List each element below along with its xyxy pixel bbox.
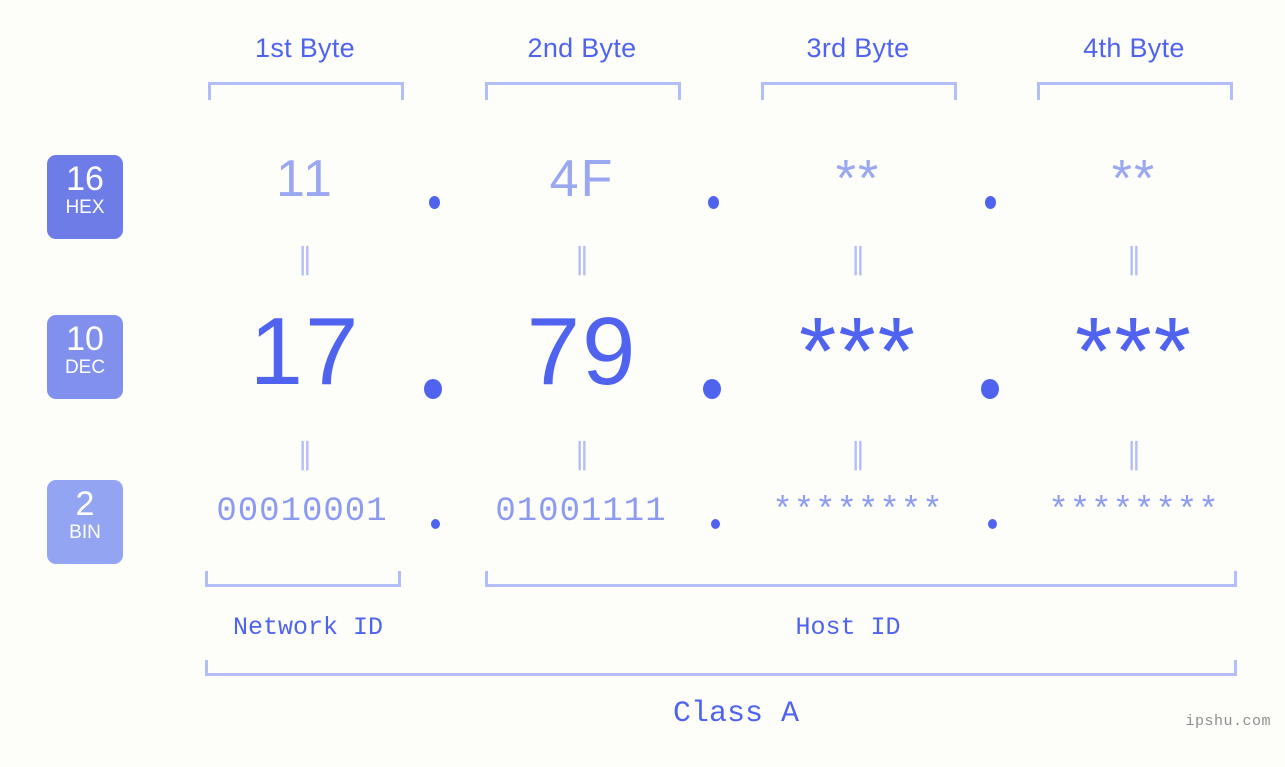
hex-byte-4: ** [1111,150,1157,208]
byte-header-2: 2nd Byte [527,33,637,63]
byte-bracket-2 [485,82,681,100]
base-badge-bin: 2 BIN [47,480,123,564]
base-badge-dec-abbr: DEC [64,357,106,378]
base-badge-hex-number: 16 [66,160,104,198]
host-id-bracket [485,571,1237,587]
equivalence-mark-hex-dec-1: ∥ [297,243,313,276]
equivalence-mark-hex-dec-2: ∥ [574,243,590,276]
ip-address-breakdown-diagram: 1st Byte 2nd Byte 3rd Byte 4th Byte 16 H… [0,0,1285,767]
byte-bracket-4 [1037,82,1233,100]
equivalence-mark-dec-bin-4: ∥ [1126,438,1142,471]
equivalence-mark-hex-dec-4: ∥ [1126,243,1142,276]
class-label: Class A [672,697,800,731]
byte-bracket-1 [208,82,404,100]
hex-separator-dot-2 [708,196,719,209]
base-badge-bin-abbr: BIN [69,522,101,543]
base-badge-bin-number: 2 [75,485,95,523]
dec-byte-1: 17 [249,298,361,405]
equivalence-mark-dec-bin-3: ∥ [850,438,866,471]
byte-bracket-3 [761,82,957,100]
base-badge-dec: 10 DEC [47,315,123,399]
dec-byte-4: *** [1074,298,1194,405]
byte-header-3: 3rd Byte [806,33,910,63]
base-badge-hex-abbr: HEX [65,197,105,218]
site-watermark: ipshu.com [1185,713,1271,730]
network-id-bracket [205,571,401,587]
dec-separator-dot-1 [424,379,442,399]
bin-byte-3: ******** [772,493,944,531]
equivalence-mark-hex-dec-3: ∥ [850,243,866,276]
hex-separator-dot-1 [429,196,440,209]
dec-byte-2: 79 [526,298,638,405]
bin-byte-4: ******** [1048,493,1220,531]
class-a-bracket [205,660,1237,676]
host-id-label: Host ID [795,613,901,642]
dec-byte-3: *** [798,298,918,405]
hex-separator-dot-3 [985,196,996,209]
equivalence-mark-dec-bin-1: ∥ [297,438,313,471]
network-id-label: Network ID [232,613,384,642]
base-badge-hex: 16 HEX [47,155,123,239]
base-badge-dec-number: 10 [66,320,104,358]
bin-separator-dot-2 [711,519,720,529]
equivalence-mark-dec-bin-2: ∥ [574,438,590,471]
hex-byte-2: 4F [549,150,615,208]
hex-byte-3: ** [835,150,881,208]
hex-byte-1: 11 [276,150,334,208]
bin-byte-2: 01001111 [495,493,667,531]
bin-separator-dot-3 [988,519,997,529]
dec-separator-dot-2 [703,379,721,399]
bin-byte-1: 00010001 [216,493,388,531]
dec-separator-dot-3 [981,379,999,399]
bin-separator-dot-1 [431,519,440,529]
byte-header-4: 4th Byte [1083,33,1185,63]
byte-header-1: 1st Byte [255,33,355,63]
